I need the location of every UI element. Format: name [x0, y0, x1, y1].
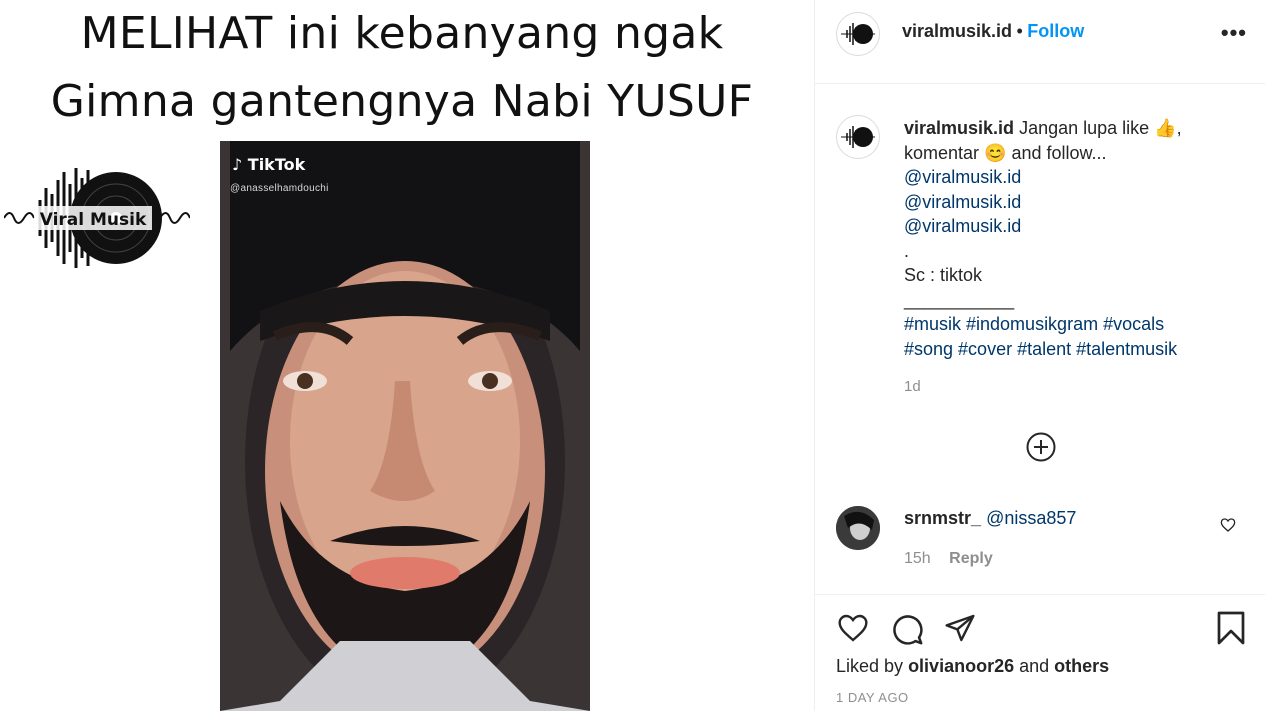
post-header: viralmusik.id • Follow ••• — [815, 0, 1265, 84]
more-options-button[interactable]: ••• — [1221, 20, 1247, 46]
save-bookmark-icon[interactable] — [1216, 610, 1246, 646]
comment-mention[interactable]: @nissa857 — [986, 508, 1076, 528]
author-username[interactable]: viralmusik.id — [902, 21, 1012, 41]
share-send-icon[interactable] — [943, 612, 977, 644]
mention-link[interactable]: @viralmusik.id — [904, 165, 1244, 190]
liked-by-others[interactable]: others — [1054, 656, 1109, 676]
liked-by-prefix: Liked by — [836, 656, 904, 676]
mention-link[interactable]: @viralmusik.id — [904, 190, 1244, 215]
header-title-row: viralmusik.id • Follow — [902, 21, 1084, 42]
tiktok-logo: ♪ TikTok — [232, 155, 306, 174]
headline-line-2: Gimna gantengnya Nabi YUSUF — [50, 76, 754, 127]
follow-button[interactable]: Follow — [1027, 21, 1084, 41]
load-more-comments-icon[interactable] — [1026, 432, 1056, 462]
reply-button[interactable]: Reply — [949, 550, 993, 567]
viral-musik-avatar-icon — [841, 126, 875, 148]
comment-meta: 15h Reply — [904, 550, 993, 568]
caption-author-avatar[interactable] — [836, 115, 880, 159]
caption-rule: ___________ — [904, 289, 1015, 310]
liked-by-and: and — [1019, 656, 1050, 676]
caption-username[interactable]: viralmusik.id — [904, 118, 1014, 138]
comment-like-icon[interactable] — [1220, 517, 1236, 533]
caption-time: 1d — [904, 378, 921, 395]
hashtags-line-1[interactable]: #musik #indomusikgram #vocals — [904, 312, 1244, 337]
like-heart-icon[interactable] — [836, 612, 870, 644]
liked-by-user[interactable]: olivianoor26 — [908, 656, 1014, 676]
viral-musik-avatar-icon — [841, 23, 875, 45]
commenter-username[interactable]: srnmstr_ — [904, 508, 981, 528]
comment-time: 15h — [904, 550, 931, 567]
post-timestamp[interactable]: 1 DAY AGO — [836, 690, 909, 705]
viral-musik-logo: Viral Musik — [4, 168, 190, 268]
logo-text: Viral Musik — [40, 210, 147, 230]
comment-item: srnmstr_ @nissa857 15h Reply — [836, 505, 1256, 568]
tiktok-handle: @anasselhamdouchi — [230, 183, 329, 194]
commenter-avatar-image — [836, 506, 880, 550]
portrait-image — [220, 141, 590, 711]
caption-source: Sc : tiktok — [904, 265, 983, 285]
comment-body: srnmstr_ @nissa857 — [904, 508, 1076, 529]
hashtags-line-2[interactable]: #song #cover #talent #talentmusik — [904, 337, 1244, 362]
caption-text-1: Jangan lupa like 👍, — [1019, 118, 1182, 138]
post-caption: viralmusik.id Jangan lupa like 👍, koment… — [904, 116, 1244, 361]
headline-line-1: MELIHAT ini kebanyang ngak — [80, 8, 724, 59]
post-media[interactable]: MELIHAT ini kebanyang ngak Gimna ganteng… — [0, 0, 814, 711]
liked-by-text: Liked by olivianoor26 and others — [836, 656, 1109, 677]
mention-link[interactable]: @viralmusik.id — [904, 214, 1244, 239]
caption-dot: . — [904, 240, 910, 261]
tiktok-video-frame[interactable]: ♪ TikTok @anasselhamdouchi — [220, 141, 590, 711]
comment-bubble-icon[interactable] — [890, 612, 924, 646]
caption-text-2: komentar 😊 and follow... — [904, 142, 1107, 163]
separator-dot: • — [1016, 21, 1023, 41]
post-details-panel: viralmusik.id • Follow ••• viralmusik.id… — [815, 0, 1265, 711]
commenter-avatar[interactable] — [836, 506, 880, 550]
author-avatar[interactable] — [836, 12, 880, 56]
